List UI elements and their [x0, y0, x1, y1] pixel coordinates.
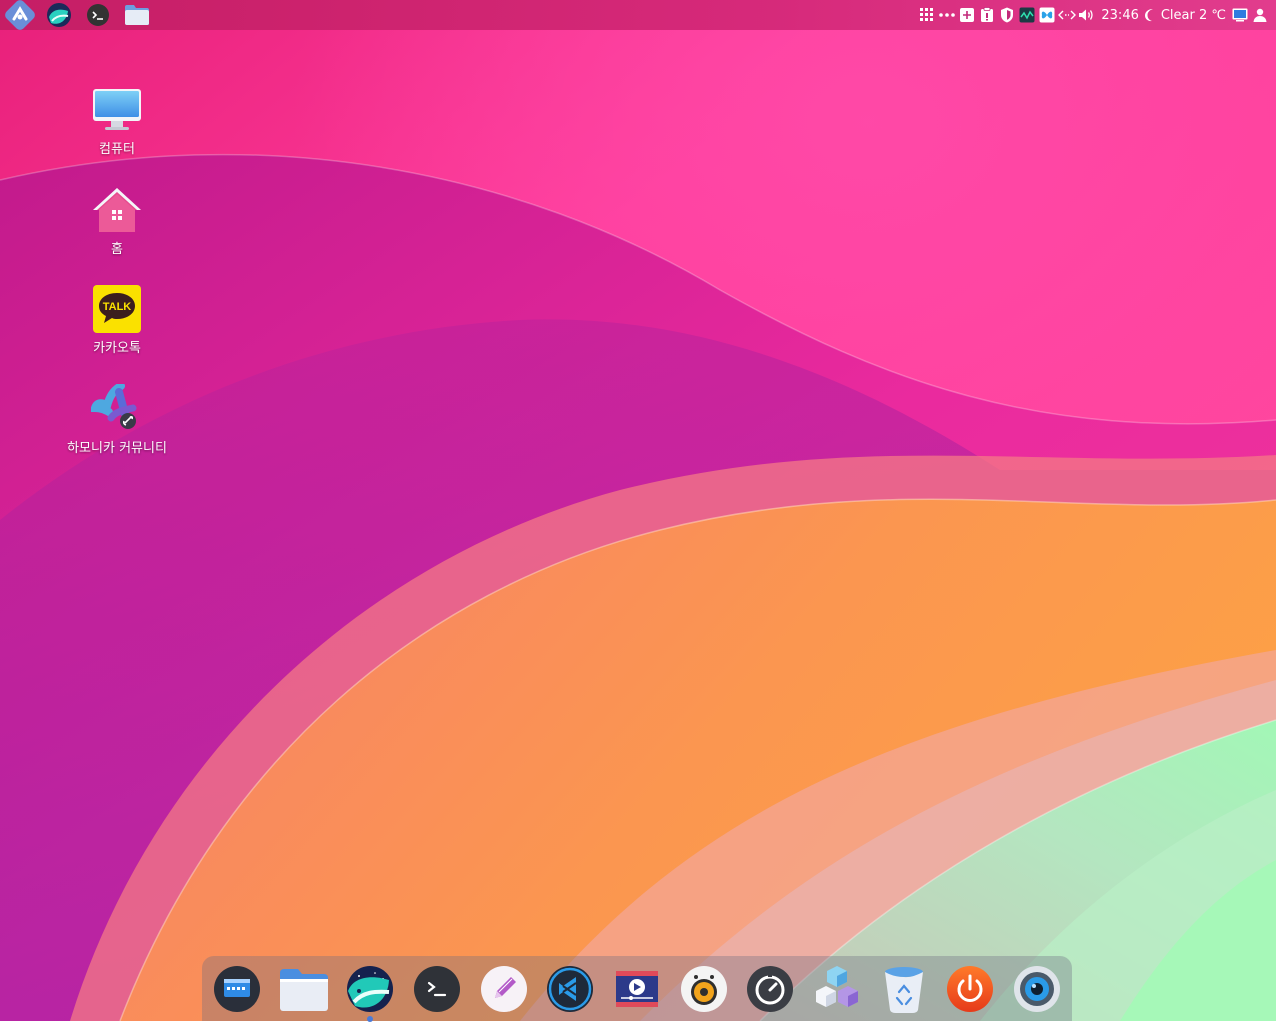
- more-button[interactable]: [937, 0, 957, 30]
- show-desktop-icon: [214, 965, 260, 1012]
- remote-tray-button[interactable]: [1057, 0, 1077, 30]
- computer-icon: [93, 89, 141, 130]
- desktop-icon-label: 홈: [111, 242, 123, 257]
- user-tray-button[interactable]: [1250, 0, 1270, 30]
- shield-icon: [1001, 7, 1014, 23]
- harmonica-menu-icon: [4, 0, 35, 30]
- network-icon: [960, 8, 975, 22]
- desktop-icon-computer[interactable]: 컴퓨터: [62, 84, 172, 157]
- home-folder-icon: [93, 188, 141, 232]
- more-dots-icon: [939, 13, 956, 17]
- dock-vscode[interactable]: [543, 962, 597, 1016]
- video-editor-icon: [615, 970, 658, 1007]
- desktop-icon-label: 카카오톡: [93, 341, 141, 356]
- text-editor-icon: [480, 965, 527, 1012]
- dock-files[interactable]: [277, 962, 331, 1016]
- remote-connection-icon: [1058, 10, 1077, 20]
- clipboard-tray-button[interactable]: [977, 0, 997, 30]
- power-icon: [947, 965, 994, 1012]
- trash-icon: [884, 966, 923, 1013]
- dock-webcam[interactable]: [1010, 962, 1064, 1016]
- desktop-icon-harmonica-community[interactable]: 하모니카 커뮤니티: [62, 383, 172, 456]
- desktop-icon-home[interactable]: 홈: [62, 184, 172, 257]
- user-icon: [1253, 8, 1267, 22]
- security-tray-button[interactable]: [997, 0, 1017, 30]
- whale-browser-icon: [347, 965, 394, 1012]
- files-icon: [279, 968, 328, 1011]
- audio-player-icon: [680, 965, 727, 1012]
- top-panel: 23:46 Clear 2 ℃: [0, 0, 1276, 30]
- harmonica-community-icon: [91, 384, 137, 429]
- dock-trash[interactable]: [877, 962, 931, 1016]
- messenger-tray-button[interactable]: [1037, 0, 1057, 30]
- weather-status[interactable]: Clear 2 ℃: [1161, 8, 1226, 23]
- kakaotalk-icon: TALK: [93, 285, 141, 333]
- butterfly-icon: [1039, 7, 1055, 23]
- dock-audio-player[interactable]: [677, 962, 731, 1016]
- terminal-icon: [86, 4, 109, 26]
- panel-terminal-button[interactable]: [78, 0, 117, 30]
- system-monitor-tray-icon: [1019, 7, 1035, 23]
- dock-show-desktop[interactable]: [210, 962, 264, 1016]
- system-tray: 23:46 Clear 2 ℃: [917, 0, 1276, 30]
- dock-whale-browser[interactable]: [343, 962, 397, 1022]
- panel-file-manager-button[interactable]: [117, 0, 156, 30]
- monitor-tray-button[interactable]: [1017, 0, 1037, 30]
- app-grid-icon: [920, 8, 934, 21]
- dock-terminal[interactable]: [410, 962, 464, 1016]
- harmonica-menu-button[interactable]: [0, 0, 39, 30]
- kakaotalk-badge-text: TALK: [103, 301, 132, 313]
- display-tray-button[interactable]: [1230, 0, 1250, 30]
- clock[interactable]: 23:46: [1101, 8, 1138, 23]
- volume-icon: [1079, 9, 1094, 21]
- webcam-icon: [1013, 965, 1060, 1012]
- system-monitor-icon: [747, 965, 794, 1012]
- desktop-icon-kakaotalk[interactable]: TALK 카카오톡: [62, 283, 172, 356]
- display-icon: [1232, 8, 1248, 22]
- panel-whale-browser-button[interactable]: [39, 0, 78, 30]
- whale-browser-icon: [46, 3, 71, 27]
- dock-video-editor[interactable]: [610, 962, 664, 1016]
- file-manager-icon: [124, 5, 149, 25]
- dock: [202, 956, 1072, 1022]
- clipboard-icon: [981, 7, 994, 22]
- desktop-icon-label: 하모니카 커뮤니티: [67, 441, 167, 456]
- panel-launchers: [0, 0, 156, 30]
- terminal-icon: [413, 965, 460, 1012]
- volume-tray-button[interactable]: [1077, 0, 1097, 30]
- dock-text-editor[interactable]: [477, 962, 531, 1016]
- dock-system-monitor[interactable]: [743, 962, 797, 1016]
- network-tray-button[interactable]: [957, 0, 977, 30]
- dock-power[interactable]: [943, 962, 997, 1016]
- dock-software-center[interactable]: [810, 962, 864, 1016]
- vscode-icon: [547, 965, 594, 1012]
- desktop-wallpaper: [0, 0, 1276, 1021]
- weather-icon-wrap: [1143, 0, 1157, 30]
- moon-icon: [1144, 9, 1153, 22]
- app-grid-button[interactable]: [917, 0, 937, 30]
- software-center-icon: [815, 965, 858, 1007]
- desktop-icon-label: 컴퓨터: [99, 142, 135, 157]
